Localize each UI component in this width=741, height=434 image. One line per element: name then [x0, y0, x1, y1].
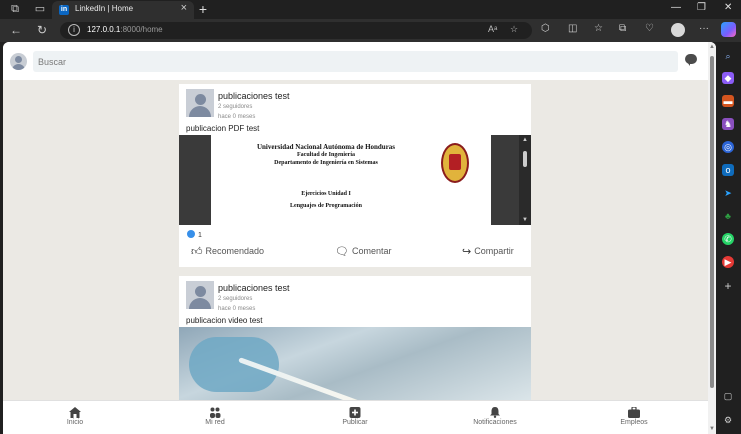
- page-viewport: publicaciones test 2 seguidores hace 0 m…: [3, 42, 716, 434]
- tab-linkedin-home[interactable]: in LinkedIn | Home ×: [52, 1, 194, 19]
- post-text: publicacion PDF test: [186, 124, 260, 133]
- post-card: publicaciones test 2 seguidores hace 0 m…: [179, 276, 531, 406]
- pdf-line: Facultad de Ingeniería: [297, 152, 355, 158]
- refresh-icon[interactable]: ↻: [35, 23, 49, 37]
- share-arrow-icon: ↪: [462, 245, 472, 258]
- more-menu-icon[interactable]: ···: [699, 23, 709, 34]
- scroll-down-icon[interactable]: ▼: [709, 426, 715, 432]
- pdf-line: Ejercicios Unidad I: [301, 191, 351, 197]
- sidebar-settings-icon[interactable]: ⚙: [722, 414, 734, 426]
- comment-icon: 🗨︎: [335, 245, 349, 258]
- maximize-icon[interactable]: ❐: [697, 2, 706, 13]
- top-search-bar: [3, 42, 716, 80]
- copilot-icon[interactable]: [721, 22, 736, 37]
- share-label: Compartir: [474, 246, 514, 256]
- post-card: publicaciones test 2 seguidores hace 0 m…: [179, 84, 531, 267]
- close-tab-icon[interactable]: ×: [181, 2, 187, 14]
- back-icon[interactable]: ←: [9, 23, 23, 37]
- favorite-star-icon[interactable]: ☆: [510, 24, 518, 35]
- avatar[interactable]: [186, 281, 214, 309]
- nav-jobs[interactable]: Empleos: [594, 405, 674, 426]
- people-icon: [209, 405, 221, 418]
- thumbs-up-icon: 👍︎: [191, 245, 203, 258]
- home-icon: [69, 405, 81, 418]
- outlook-icon[interactable]: o: [722, 164, 734, 176]
- nav-notifications[interactable]: Notificaciones: [455, 405, 535, 426]
- search-icon[interactable]: ⌕: [722, 50, 734, 62]
- edge-sidebar: ⌕ ◆ ▬ ♞ ◎ o ➤ ♣ ✆ ▶ + ▢ ⚙: [716, 42, 741, 434]
- like-label: Recomendado: [205, 246, 265, 256]
- split-screen-icon[interactable]: ◫: [568, 23, 577, 34]
- youtube-icon[interactable]: ▶: [722, 256, 734, 268]
- briefcase-icon: [628, 405, 640, 418]
- like-button[interactable]: 👍︎ Recomendado: [191, 244, 264, 258]
- browser-essentials-icon[interactable]: ♡: [645, 23, 654, 34]
- browser-tab-bar: ⧉ ▭ in LinkedIn | Home × + — ❐ ✕: [0, 0, 741, 19]
- comment-label: Comentar: [351, 246, 392, 256]
- games-icon[interactable]: ♞: [722, 118, 734, 130]
- nav-network[interactable]: Mi red: [175, 405, 255, 426]
- pdf-scroll-down-icon[interactable]: ▼: [522, 217, 528, 223]
- pdf-scroll-thumb[interactable]: [523, 151, 527, 167]
- read-aloud-icon[interactable]: Aᵃ: [488, 24, 497, 34]
- url-text: 127.0.0.1:8000/home: [87, 25, 163, 34]
- tab-actions-icon[interactable]: ▭: [33, 3, 47, 16]
- pdf-scrollbar[interactable]: ▲ ▼: [519, 135, 531, 225]
- bell-icon: [489, 405, 501, 418]
- pdf-line: Lenguajes de Programación: [290, 203, 362, 209]
- video-player[interactable]: [179, 327, 531, 402]
- tab-title: LinkedIn | Home: [75, 4, 134, 13]
- messaging-icon[interactable]: [685, 54, 697, 66]
- pdf-scroll-up-icon[interactable]: ▲: [522, 137, 528, 143]
- avatar[interactable]: [10, 53, 27, 70]
- post-time: hace 0 meses: [218, 114, 256, 120]
- address-bar[interactable]: i 127.0.0.1:8000/home Aᵃ ☆: [60, 22, 532, 39]
- pdf-line: Universidad Nacional Autónoma de Hondura…: [256, 143, 396, 151]
- site-info-icon[interactable]: i: [68, 24, 80, 36]
- post-time: hace 0 meses: [218, 306, 256, 312]
- avatar[interactable]: [186, 89, 214, 117]
- comment-button[interactable]: 🗨︎ Comentar: [335, 244, 391, 258]
- collections-icon[interactable]: ⧉: [619, 23, 626, 34]
- scroll-up-icon[interactable]: ▲: [709, 44, 715, 50]
- workspaces-icon[interactable]: ⧉: [8, 3, 22, 16]
- post-text: publicacion video test: [186, 316, 263, 325]
- send-icon[interactable]: ➤: [722, 187, 734, 199]
- post-author[interactable]: publicaciones test: [218, 91, 290, 101]
- scroll-thumb[interactable]: [710, 56, 714, 388]
- profile-avatar[interactable]: [671, 23, 685, 37]
- linkedin-favicon-icon: in: [59, 5, 69, 15]
- university-seal-icon: [441, 143, 469, 183]
- add-sidebar-app-icon[interactable]: +: [722, 280, 734, 292]
- shopping-icon[interactable]: ◆: [722, 72, 734, 84]
- nav-home[interactable]: Inicio: [35, 405, 115, 426]
- tree-icon[interactable]: ♣: [722, 210, 734, 222]
- video-frame-glove: [189, 337, 279, 392]
- share-button[interactable]: ↪ Compartir: [462, 244, 514, 258]
- post-followers: 2 seguidores: [218, 104, 253, 110]
- new-tab-button[interactable]: +: [196, 0, 210, 18]
- bottom-nav: Inicio Mi red Publicar Notificaciones Em…: [3, 400, 708, 434]
- minimize-icon[interactable]: —: [671, 2, 681, 13]
- sidebar-layout-icon[interactable]: ▢: [722, 390, 734, 402]
- extensions-icon[interactable]: ⬡: [541, 23, 550, 34]
- reaction-count[interactable]: 1: [187, 230, 202, 239]
- post-followers: 2 seguidores: [218, 296, 253, 302]
- pdf-page: Universidad Nacional Autónoma de Hondura…: [211, 135, 491, 225]
- post-author[interactable]: publicaciones test: [218, 283, 290, 293]
- microsoft365-icon[interactable]: ◎: [722, 141, 734, 153]
- favorites-icon[interactable]: ☆: [594, 23, 603, 34]
- close-window-icon[interactable]: ✕: [724, 2, 732, 13]
- tools-icon[interactable]: ▬: [722, 95, 734, 107]
- search-input[interactable]: [33, 51, 678, 72]
- browser-toolbar: ← ↻ i 127.0.0.1:8000/home Aᵃ ☆ ⬡ ◫ ☆ ⧉ ♡…: [0, 19, 741, 42]
- page-scrollbar[interactable]: ▲ ▼: [708, 42, 716, 434]
- like-reaction-icon: [187, 230, 195, 238]
- whatsapp-icon[interactable]: ✆: [722, 233, 734, 245]
- pdf-viewer[interactable]: Universidad Nacional Autónoma de Hondura…: [179, 135, 531, 225]
- nav-post[interactable]: Publicar: [315, 405, 395, 426]
- pdf-line: Departamento de Ingeniería en Sistemas: [274, 160, 378, 166]
- plus-square-icon: [349, 405, 361, 418]
